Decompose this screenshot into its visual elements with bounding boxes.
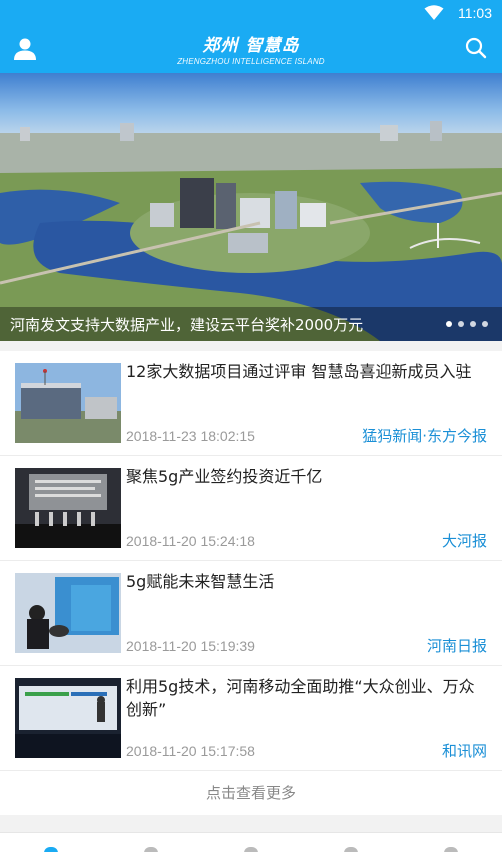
news-item[interactable]: 聚焦5g产业签约投资近千亿 2018-11-20 15:24:18 大河报 <box>0 456 502 561</box>
banner-caption-bar: 河南发文支持大数据产业，建设云平台奖补2000万元 <box>0 307 502 341</box>
news-time: 2018-11-20 15:24:18 <box>126 533 255 549</box>
carousel-dot[interactable] <box>482 321 488 327</box>
carousel-dot[interactable] <box>446 321 452 327</box>
status-bar: 11:03 <box>0 0 502 26</box>
news-thumbnail <box>15 363 121 443</box>
app-title: 郑州 智慧岛 <box>202 36 300 56</box>
news-time: 2018-11-20 15:17:58 <box>126 743 255 759</box>
load-more-button[interactable]: 点击查看更多 <box>0 771 502 815</box>
banner-caption[interactable]: 河南发文支持大数据产业，建设云平台奖补2000万元 <box>10 314 363 335</box>
tab-home-icon[interactable] <box>44 847 58 852</box>
news-title: 5g赋能未来智慧生活 <box>126 572 275 591</box>
news-thumbnail <box>15 573 121 653</box>
tab-icon[interactable] <box>144 847 158 852</box>
news-source: 和讯网 <box>441 742 487 760</box>
tab-icon[interactable] <box>344 847 358 852</box>
news-title: 利用5g技术，河南移动全面助推“大众创业、万众创新” <box>126 677 475 719</box>
app-title-block: 郑州 智慧岛 ZHENGZHOU INTELLIGENCE ISLAND <box>0 31 502 66</box>
carousel-dot[interactable] <box>470 321 476 327</box>
clock: 11:03 <box>458 5 492 21</box>
news-list: 12家大数据项目通过评审 智慧岛喜迎新成员入驻 2018-11-23 18:02… <box>0 351 502 815</box>
wifi-icon <box>424 5 444 20</box>
bottom-tab-bar <box>0 832 502 852</box>
news-item[interactable]: 利用5g技术，河南移动全面助推“大众创业、万众创新” 2018-11-20 15… <box>0 666 502 771</box>
news-title: 聚焦5g产业签约投资近千亿 <box>126 467 323 486</box>
news-source: 大河报 <box>441 532 487 550</box>
banner-carousel[interactable]: 河南发文支持大数据产业，建设云平台奖补2000万元 <box>0 73 502 341</box>
news-time: 2018-11-20 15:19:39 <box>126 638 255 654</box>
news-title: 12家大数据项目通过评审 智慧岛喜迎新成员入驻 <box>126 362 472 381</box>
news-thumbnail <box>15 678 121 758</box>
carousel-dot[interactable] <box>458 321 464 327</box>
news-time: 2018-11-23 18:02:15 <box>126 428 255 444</box>
search-icon[interactable] <box>464 36 488 60</box>
news-thumbnail <box>15 468 121 548</box>
app-subtitle: ZHENGZHOU INTELLIGENCE ISLAND <box>177 57 325 66</box>
tab-icon[interactable] <box>244 847 258 852</box>
carousel-dots <box>446 321 488 327</box>
banner-image <box>0 73 502 341</box>
news-source: 猛犸新闻·东方今报 <box>362 427 487 445</box>
news-source: 河南日报 <box>426 637 487 655</box>
app-header: 郑州 智慧岛 ZHENGZHOU INTELLIGENCE ISLAND <box>0 26 502 73</box>
news-item[interactable]: 5g赋能未来智慧生活 2018-11-20 15:19:39 河南日报 <box>0 561 502 666</box>
news-item[interactable]: 12家大数据项目通过评审 智慧岛喜迎新成员入驻 2018-11-23 18:02… <box>0 351 502 456</box>
tab-icon[interactable] <box>444 847 458 852</box>
